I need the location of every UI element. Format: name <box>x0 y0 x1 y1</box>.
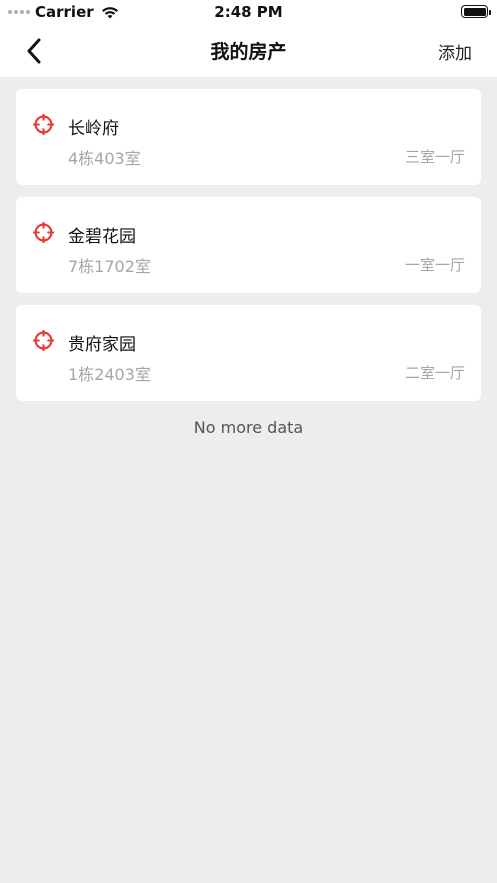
location-target-icon <box>33 114 54 135</box>
page-title: 我的房产 <box>210 41 287 63</box>
property-name: 金碧花园 <box>68 227 136 247</box>
property-unit: 1栋2403室 <box>68 365 151 384</box>
add-button[interactable]: 添加 <box>438 39 472 64</box>
location-target-icon <box>33 222 54 243</box>
property-name: 贵府家园 <box>68 335 136 355</box>
property-layout: 二室一厅 <box>404 364 465 382</box>
property-list: 长岭府 4栋403室 三室一厅 金碧花园 7栋1702室 一室一厅 贵府家园 1… <box>16 89 481 413</box>
no-more-data-label: No more data <box>193 418 304 437</box>
property-card[interactable]: 金碧花园 7栋1702室 一室一厅 <box>16 197 481 293</box>
battery-icon <box>461 5 491 18</box>
navigation-bar: 我的房产 添加 <box>0 24 497 77</box>
property-unit: 4栋403室 <box>68 149 141 168</box>
property-name: 长岭府 <box>68 119 119 139</box>
status-bar: Carrier 2:48 PM <box>0 0 497 24</box>
location-target-icon <box>33 330 54 351</box>
property-card[interactable]: 贵府家园 1栋2403室 二室一厅 <box>16 305 481 401</box>
property-card[interactable]: 长岭府 4栋403室 三室一厅 <box>16 89 481 185</box>
property-layout: 三室一厅 <box>404 148 465 166</box>
property-unit: 7栋1702室 <box>68 257 151 276</box>
property-layout: 一室一厅 <box>404 256 465 274</box>
status-time: 2:48 PM <box>214 3 283 21</box>
